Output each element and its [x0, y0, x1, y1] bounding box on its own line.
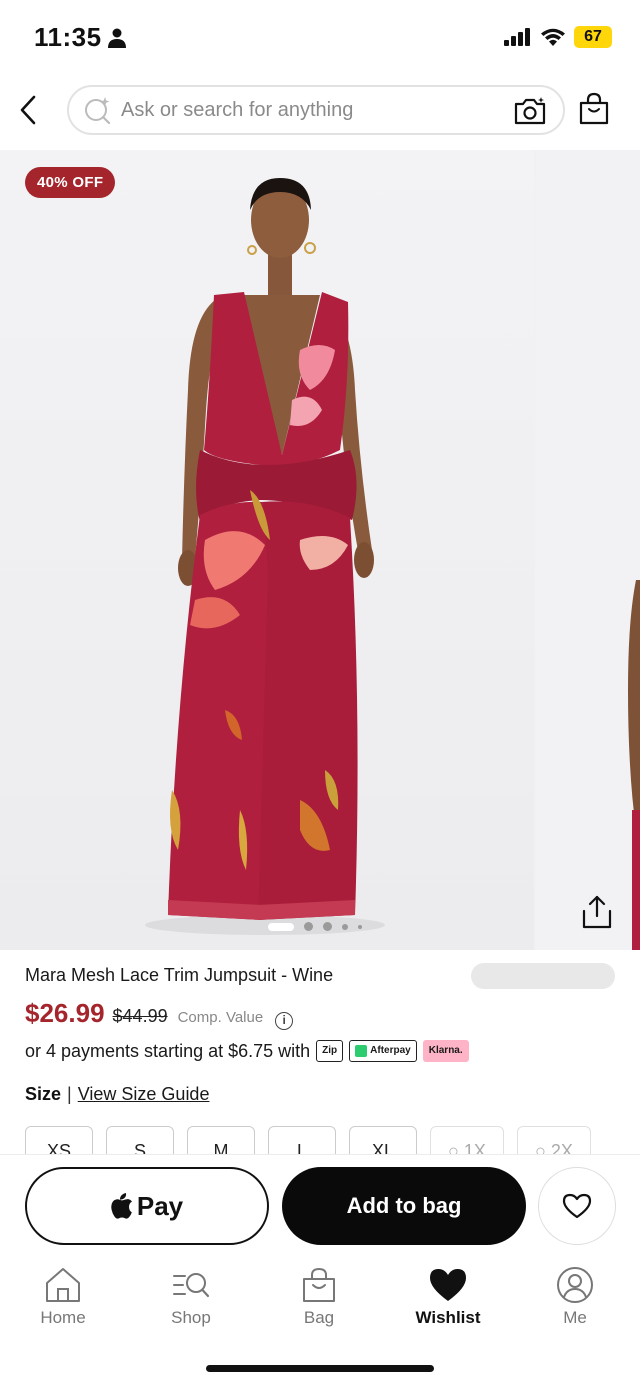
status-indicators: 67	[504, 26, 612, 48]
search-input[interactable]: Ask or search for anything	[67, 85, 565, 135]
battery-indicator: 67	[574, 26, 612, 48]
status-bar: 11:35 67	[0, 0, 640, 76]
notify-bell-icon: ○	[535, 1141, 551, 1154]
tab-label: Me	[563, 1308, 587, 1327]
size-option-2x[interactable]: ○ 2X	[517, 1126, 591, 1154]
apple-logo-icon	[111, 1193, 132, 1219]
model-jumpsuit-illustration	[145, 178, 385, 935]
carousel-dot-active[interactable]	[268, 922, 294, 931]
camera-search-icon[interactable]	[513, 96, 547, 126]
loading-placeholder	[471, 963, 615, 989]
person-icon	[108, 28, 126, 48]
price-row: $26.99 $44.99 Comp. Value i	[25, 998, 294, 1030]
zip-logo[interactable]: Zip	[316, 1040, 344, 1062]
chevron-left-icon	[20, 95, 36, 125]
product-image-carousel[interactable]: 40% OFF	[0, 150, 640, 950]
installments-text: or 4 payments starting at $6.75 with	[25, 1040, 311, 1061]
tab-label: Bag	[303, 1308, 335, 1327]
sale-price: $26.99	[25, 998, 105, 1028]
add-to-bag-button[interactable]: Add to bag	[282, 1167, 526, 1245]
afterpay-mark-icon	[355, 1045, 368, 1057]
tab-label: Wishlist	[415, 1308, 481, 1327]
product-title: Mara Mesh Lace Trim Jumpsuit - Wine	[25, 965, 334, 985]
size-option-s[interactable]: S	[106, 1126, 174, 1154]
tab-me[interactable]: Me	[525, 1266, 625, 1328]
carousel-dot[interactable]	[358, 924, 362, 929]
ai-search-icon	[85, 97, 111, 125]
back-button[interactable]	[12, 90, 44, 130]
tab-label: Shop	[171, 1308, 211, 1327]
top-nav: Ask or search for anything	[0, 84, 640, 140]
size-option-m[interactable]: M	[187, 1126, 255, 1154]
purchase-action-bar: Pay Add to bag	[0, 1154, 640, 1258]
notify-bell-icon: ○	[448, 1141, 464, 1154]
size-divider: |	[67, 1084, 72, 1104]
tab-bag[interactable]: Bag	[269, 1266, 369, 1328]
size-option-l[interactable]: L	[268, 1126, 336, 1154]
size-option-1x[interactable]: ○ 1X	[430, 1126, 504, 1154]
heart-icon	[430, 1269, 466, 1301]
next-product-image-peek[interactable]	[536, 150, 640, 950]
size-options: XS S M L XL ○ 1X ○ 2X	[25, 1126, 591, 1154]
comp-value-label: Comp. Value	[177, 1009, 264, 1026]
size-label: Size	[25, 1084, 62, 1104]
home-icon	[46, 1268, 80, 1302]
search-placeholder: Ask or search for anything	[121, 98, 354, 121]
profile-icon	[557, 1267, 593, 1303]
info-icon[interactable]: i	[275, 1012, 294, 1030]
carousel-dot[interactable]	[304, 922, 313, 931]
bag-icon	[303, 1267, 335, 1302]
tab-home[interactable]: Home	[13, 1266, 113, 1328]
tab-shop[interactable]: Shop	[141, 1266, 241, 1328]
cellular-signal-icon	[504, 28, 530, 46]
tab-wishlist[interactable]: Wishlist	[398, 1266, 498, 1328]
carousel-dot[interactable]	[342, 923, 348, 930]
original-price: $44.99	[112, 1006, 168, 1026]
apple-pay-button[interactable]: Pay	[25, 1167, 269, 1245]
bottom-tab-bar: Home Shop Bag Wishlist Me	[0, 1258, 640, 1385]
klarna-logo[interactable]: Klarna.	[422, 1040, 469, 1062]
size-header: Size | View Size Guide	[25, 1084, 209, 1105]
size-option-xs[interactable]: XS	[25, 1126, 93, 1154]
discount-badge: 40% OFF	[25, 167, 116, 198]
next-image-arm-illustration	[628, 580, 640, 950]
add-to-wishlist-button[interactable]	[538, 1167, 616, 1245]
wifi-icon	[541, 28, 565, 46]
heart-outline-icon	[562, 1193, 592, 1219]
status-time: 11:35	[34, 22, 102, 52]
tab-label: Home	[40, 1308, 86, 1327]
shopping-bag-icon[interactable]	[578, 92, 610, 126]
carousel-pagination[interactable]	[268, 922, 362, 931]
afterpay-logo[interactable]: Afterpay	[349, 1040, 417, 1062]
shop-search-icon	[173, 1273, 210, 1298]
size-option-xl[interactable]: XL	[349, 1126, 417, 1154]
installment-payments: or 4 payments starting at $6.75 with Zip…	[25, 1040, 469, 1062]
apple-pay-label: Pay	[136, 1190, 184, 1221]
carousel-dot[interactable]	[323, 922, 332, 931]
product-image[interactable]	[0, 150, 534, 950]
share-icon[interactable]	[580, 894, 614, 930]
size-guide-link[interactable]: View Size Guide	[78, 1084, 210, 1105]
home-indicator	[206, 1365, 434, 1372]
